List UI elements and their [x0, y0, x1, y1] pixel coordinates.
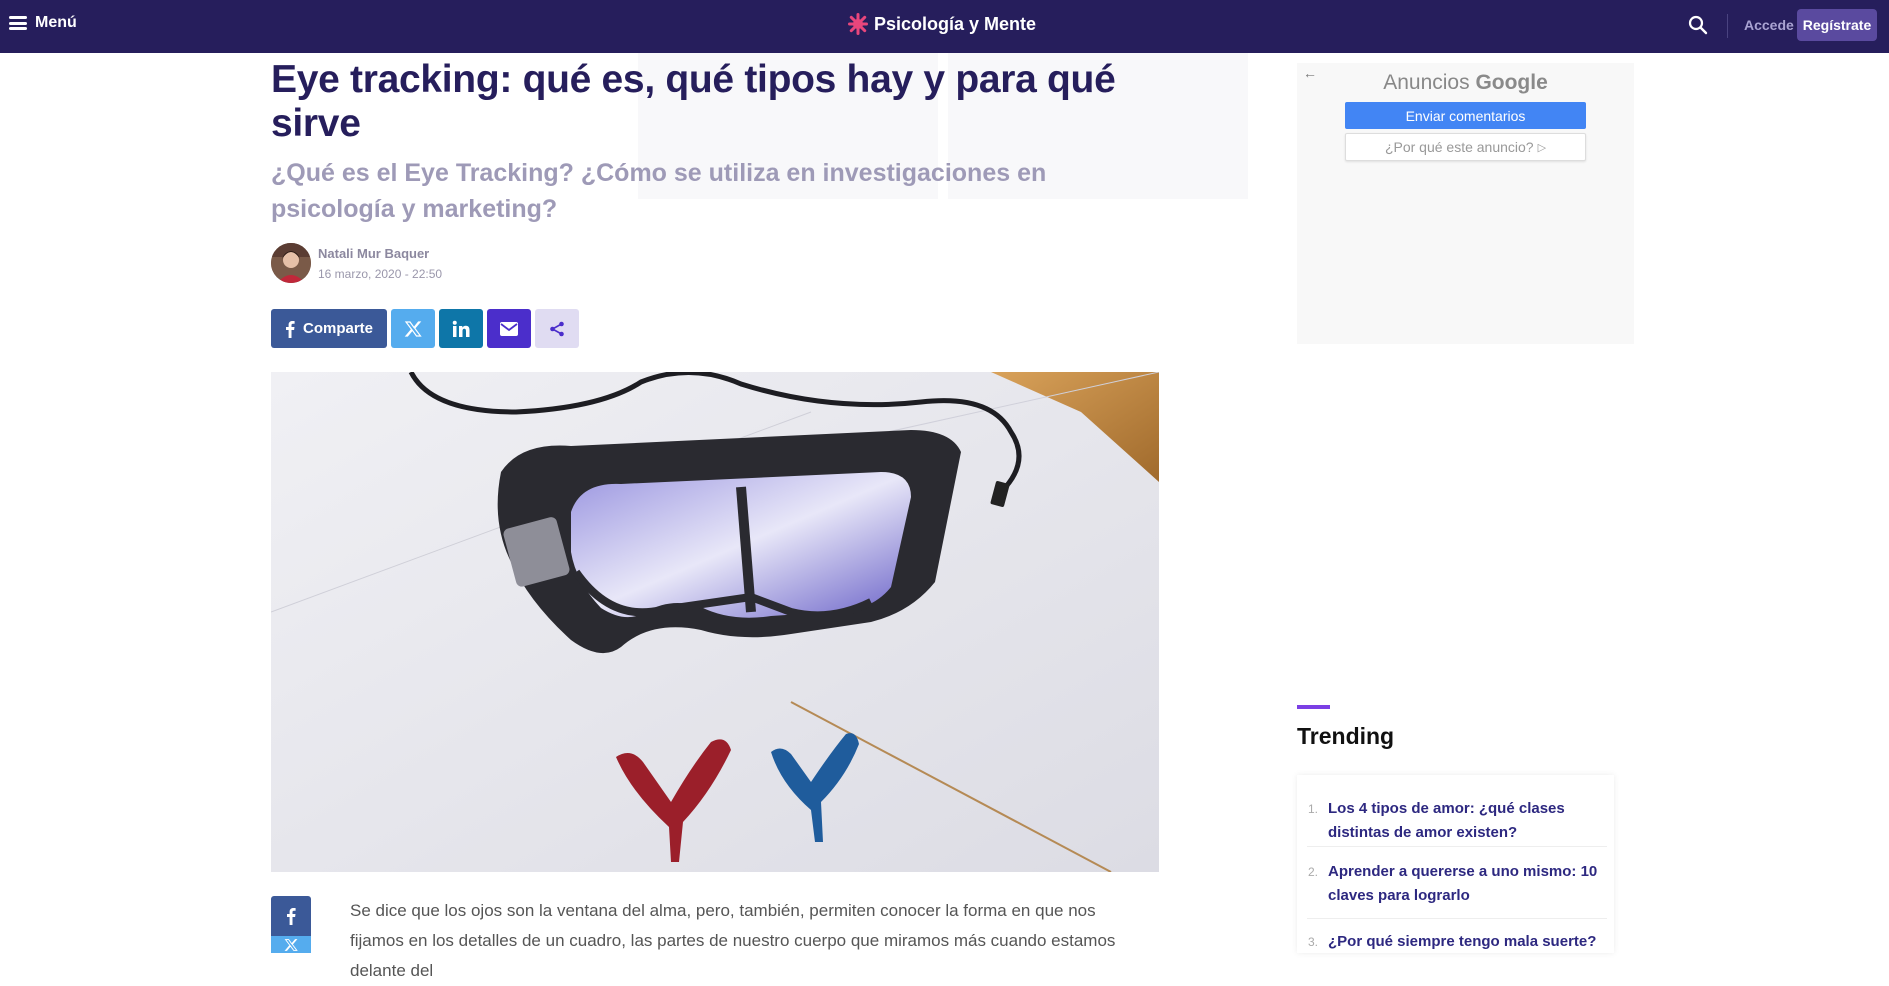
trending-link[interactable]: Aprender a quererse a uno mismo: 10 clav…	[1328, 860, 1598, 908]
publish-date: 16 marzo, 2020 - 22:50	[318, 267, 443, 281]
trending-link[interactable]: ¿Por qué siempre tengo mala suerte?	[1328, 930, 1598, 954]
ad-title: Anuncios Google	[1297, 71, 1634, 95]
article-hero-image	[271, 372, 1159, 872]
author-avatar[interactable]	[271, 243, 311, 283]
logo-text: Psicología y Mente	[874, 13, 1037, 34]
article-body-paragraph: Se dice que los ojos son la ventana del …	[350, 901, 1116, 980]
x-icon	[404, 320, 422, 337]
facebook-icon	[285, 320, 295, 338]
email-icon	[500, 321, 518, 336]
why-this-ad-link[interactable]: ¿Por qué este anuncio? ▷	[1345, 133, 1586, 161]
search-icon	[1688, 15, 1708, 35]
menu-label: Menú	[35, 14, 77, 31]
share-x-button[interactable]	[391, 309, 435, 348]
trending-list: 1. Los 4 tipos de amor: ¿qué clases dist…	[1297, 775, 1614, 953]
menu-button[interactable]: Menú	[9, 14, 77, 32]
why-this-ad-label: ¿Por qué este anuncio?	[1384, 139, 1534, 155]
divider	[1307, 846, 1607, 847]
linkedin-icon	[452, 320, 470, 337]
share-facebook-label: Comparte	[302, 320, 373, 337]
trending-number: 2.	[1308, 865, 1319, 879]
site-logo[interactable]: Psicología y Mente	[848, 13, 1036, 35]
sticky-share-facebook-button[interactable]	[271, 896, 311, 936]
google-ad-panel: ← Anuncios Google Enviar comentarios ¿Po…	[1297, 63, 1634, 344]
share-icon	[550, 321, 564, 336]
eye-tracking-glasses-image	[271, 372, 1159, 872]
author-name[interactable]: Natali Mur Baquer	[318, 246, 429, 261]
x-icon	[284, 938, 298, 951]
trending-heading: Trending	[1297, 723, 1395, 749]
share-more-button[interactable]	[535, 309, 579, 348]
sticky-share-x-button[interactable]	[271, 936, 311, 953]
share-facebook-button[interactable]: Comparte	[271, 309, 387, 348]
brain-logo-icon	[848, 13, 868, 35]
register-button[interactable]: Regístrate	[1797, 9, 1877, 41]
header-divider	[1727, 14, 1728, 38]
share-linkedin-button[interactable]	[439, 309, 483, 348]
search-button[interactable]	[1688, 15, 1708, 40]
share-email-button[interactable]	[487, 309, 531, 348]
top-navigation-bar: Menú Psicología y Mente Accede Regístrat…	[0, 0, 1889, 53]
trending-number: 3.	[1308, 935, 1319, 949]
article-subtitle: ¿Qué es el Eye Tracking? ¿Cómo se utiliz…	[271, 159, 1047, 223]
facebook-icon	[287, 908, 296, 925]
article-title: Eye tracking: qué es, qué tipos hay y pa…	[271, 58, 1116, 145]
send-feedback-button[interactable]: Enviar comentarios	[1345, 102, 1586, 129]
hamburger-icon	[9, 16, 27, 30]
author-photo	[271, 243, 311, 283]
trending-accent-bar	[1297, 705, 1330, 709]
trending-number: 1.	[1308, 802, 1319, 816]
divider	[1307, 918, 1607, 919]
login-link[interactable]: Accede	[1744, 17, 1794, 33]
ad-title-brand: Google	[1475, 71, 1548, 94]
trending-link[interactable]: Los 4 tipos de amor: ¿qué clases distint…	[1328, 797, 1598, 845]
ad-title-prefix: Anuncios	[1383, 71, 1470, 94]
adchoices-icon: ▷	[1537, 141, 1547, 154]
